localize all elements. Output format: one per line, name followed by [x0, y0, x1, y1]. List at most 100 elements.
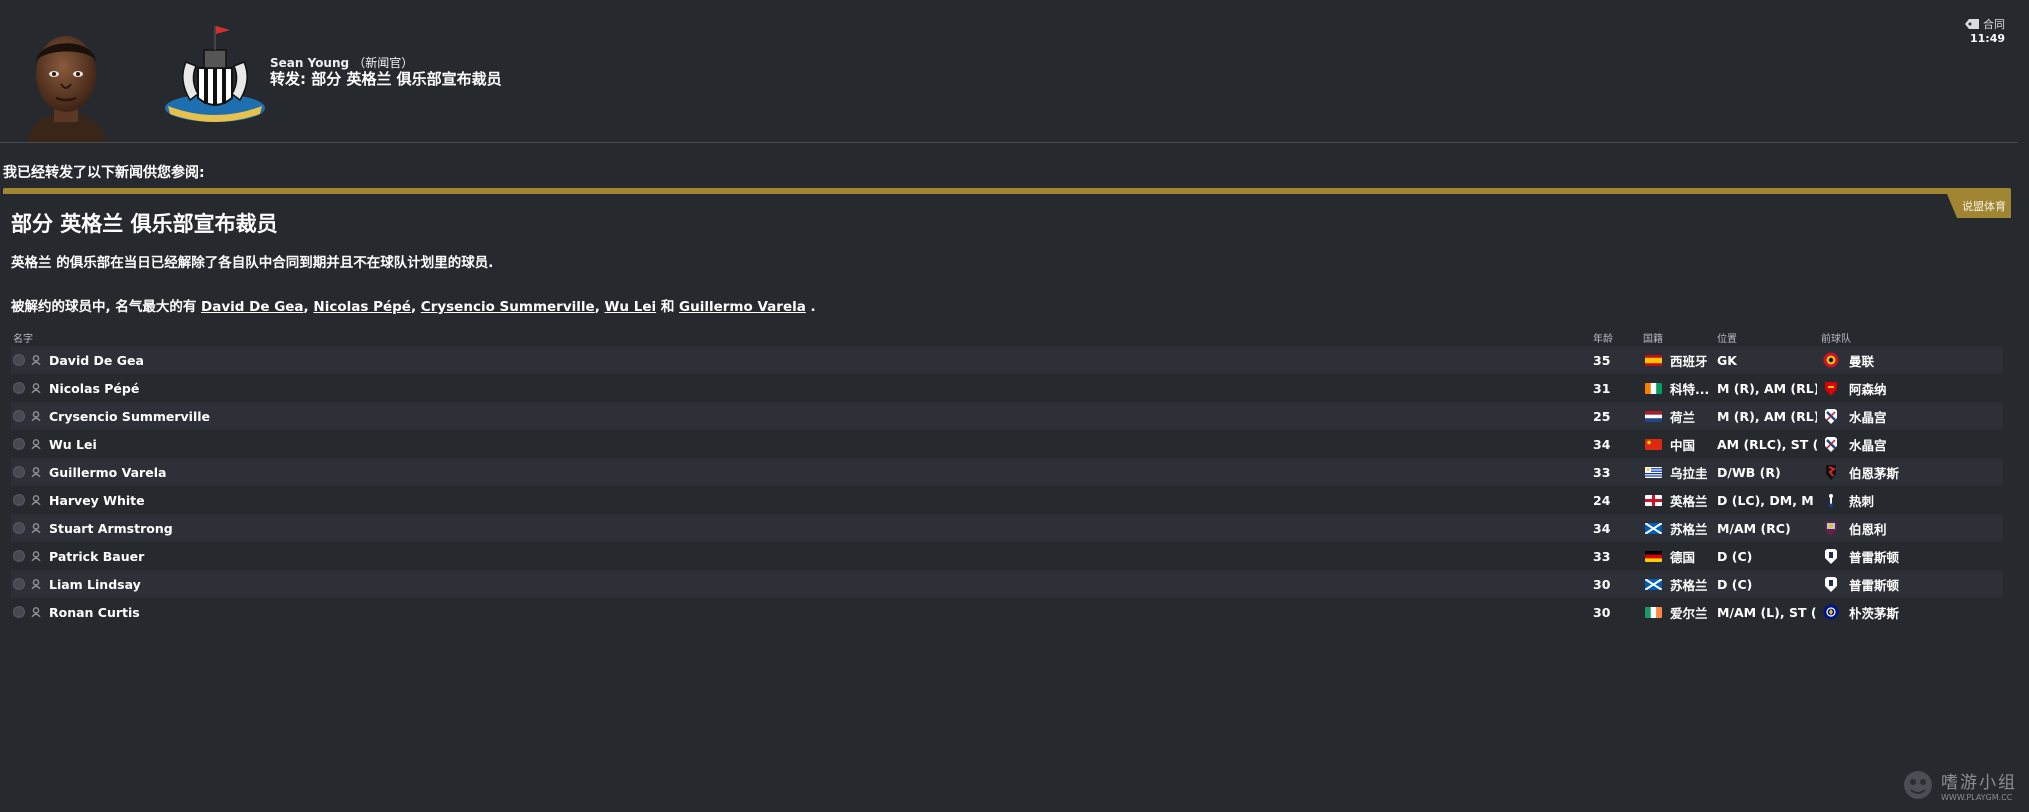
player-name[interactable]: Patrick Bauer	[49, 542, 949, 570]
select-checkbox-icon[interactable]	[13, 606, 25, 618]
player-previous-club[interactable]: 伯恩茅斯	[1849, 458, 1969, 486]
player-name[interactable]: Crysencio Summerville	[49, 402, 949, 430]
news-card-accent-bar	[3, 188, 2011, 194]
player-previous-club[interactable]: 普雷斯顿	[1849, 542, 1969, 570]
column-header-age[interactable]: 年龄	[1593, 330, 1613, 345]
table-row[interactable]: Guillermo Varela 33 乌拉圭 D/WB (R) 伯恩茅斯	[11, 458, 2003, 486]
player-name[interactable]: Nicolas Pépé	[49, 374, 949, 402]
select-checkbox-icon[interactable]	[13, 522, 25, 534]
news-source-tag[interactable]: 说盟体育	[1947, 194, 2011, 218]
person-icon	[31, 495, 41, 505]
portsmouth-badge-icon	[1823, 604, 1839, 620]
club-badge-cell	[1823, 458, 1843, 486]
player-age: 33	[1593, 548, 1611, 564]
column-header-previous-club[interactable]: 前球队	[1821, 330, 1851, 345]
player-name[interactable]: Ronan Curtis	[49, 598, 949, 626]
player-nationality[interactable]: 苏格兰	[1670, 570, 1714, 598]
row-select[interactable]	[13, 486, 27, 514]
player-nationality[interactable]: 德国	[1670, 542, 1714, 570]
player-previous-club[interactable]: 伯恩利	[1849, 514, 1969, 542]
row-select[interactable]	[13, 514, 27, 542]
row-select[interactable]	[13, 346, 27, 374]
table-row[interactable]: Crysencio Summerville 25 荷兰 M (R), AM (R…	[11, 402, 2003, 430]
person-icon	[31, 551, 41, 561]
flag-cell	[1645, 430, 1663, 458]
player-nationality[interactable]: 科特...	[1670, 374, 1714, 402]
column-header-position[interactable]: 位置	[1717, 330, 1737, 345]
germany-flag-icon	[1645, 550, 1662, 562]
flag-cell	[1645, 374, 1663, 402]
contract-button[interactable]: 合同	[1965, 16, 2005, 32]
player-previous-club[interactable]: 朴茨茅斯	[1849, 598, 1969, 626]
table-row[interactable]: Ronan Curtis 30 爱尔兰 M/AM (L), ST (C) 朴茨茅…	[11, 598, 2003, 626]
select-checkbox-icon[interactable]	[13, 354, 25, 366]
table-row[interactable]: Harvey White 24 英格兰 D (LC), DM, M (... 热…	[11, 486, 2003, 514]
player-position: M/AM (L), ST (C)	[1717, 604, 1817, 620]
player-age: 34	[1593, 436, 1611, 452]
select-checkbox-icon[interactable]	[13, 578, 25, 590]
message-header: Sean Young （新闻官） 转发: 部分 英格兰 俱乐部宣布裁员 合同 1…	[0, 0, 2029, 143]
player-name[interactable]: Guillermo Varela	[49, 458, 949, 486]
select-checkbox-icon[interactable]	[13, 438, 25, 450]
site-watermark: 嗜游小组 WWW.PLAYGM.CC	[1901, 768, 2017, 802]
player-name[interactable]: Stuart Armstrong	[49, 514, 949, 542]
player-previous-club[interactable]: 水晶宫	[1849, 402, 1969, 430]
player-previous-club[interactable]: 曼联	[1849, 346, 1969, 374]
table-row[interactable]: Nicolas Pépé 31 科特... M (R), AM (RL),...…	[11, 374, 2003, 402]
select-checkbox-icon[interactable]	[13, 382, 25, 394]
player-previous-club[interactable]: 热刺	[1849, 486, 1969, 514]
select-checkbox-icon[interactable]	[13, 410, 25, 422]
uruguay-flag-icon	[1645, 466, 1662, 478]
player-nationality[interactable]: 爱尔兰	[1670, 598, 1714, 626]
player-age: 33	[1593, 464, 1611, 480]
row-select[interactable]	[13, 570, 27, 598]
table-row[interactable]: Stuart Armstrong 34 苏格兰 M/AM (RC) 伯恩利	[11, 514, 2003, 542]
player-nationality[interactable]: 英格兰	[1670, 486, 1714, 514]
row-select[interactable]	[13, 458, 27, 486]
select-checkbox-icon[interactable]	[13, 466, 25, 478]
player-name[interactable]: David De Gea	[49, 346, 949, 374]
intro-text: 我已经转发了以下新闻供您参阅:	[3, 165, 205, 181]
table-row[interactable]: Liam Lindsay 30 苏格兰 D (C) 普雷斯顿	[11, 570, 2003, 598]
person-icon	[31, 467, 41, 477]
scotland-flag-icon	[1645, 522, 1662, 534]
player-nationality[interactable]: 中国	[1670, 430, 1714, 458]
player-position: M (R), AM (RL),...	[1717, 380, 1817, 396]
person-icon-cell	[31, 598, 45, 626]
china-flag-icon	[1645, 438, 1662, 450]
player-link[interactable]: Wu Lei	[605, 299, 657, 315]
club-badge-cell	[1823, 570, 1843, 598]
table-row[interactable]: David De Gea 35 西班牙 GK 曼联	[11, 346, 2003, 374]
player-link[interactable]: David De Gea	[201, 299, 304, 315]
player-previous-club[interactable]: 普雷斯顿	[1849, 570, 1969, 598]
player-previous-club[interactable]: 阿森纳	[1849, 374, 1969, 402]
sender-avatar	[28, 36, 106, 142]
player-nationality[interactable]: 荷兰	[1670, 402, 1714, 430]
row-select[interactable]	[13, 402, 27, 430]
separator: ,	[594, 299, 605, 315]
player-name[interactable]: Wu Lei	[49, 430, 949, 458]
player-previous-club[interactable]: 水晶宫	[1849, 430, 1969, 458]
ivory-coast-flag-icon	[1645, 382, 1662, 394]
row-select[interactable]	[13, 430, 27, 458]
player-nationality[interactable]: 西班牙	[1670, 346, 1714, 374]
row-select[interactable]	[13, 542, 27, 570]
news-body-prefix: 被解约的球员中, 名气最大的有	[11, 299, 202, 315]
column-header-name[interactable]: 名字	[13, 330, 33, 345]
player-link[interactable]: Nicolas Pépé	[313, 299, 411, 315]
table-row[interactable]: Patrick Bauer 33 德国 D (C) 普雷斯顿	[11, 542, 2003, 570]
player-nationality[interactable]: 乌拉圭	[1670, 458, 1714, 486]
select-checkbox-icon[interactable]	[13, 550, 25, 562]
row-select[interactable]	[13, 598, 27, 626]
select-checkbox-icon[interactable]	[13, 494, 25, 506]
player-name[interactable]: Harvey White	[49, 486, 949, 514]
player-link[interactable]: Crysencio Summerville	[421, 299, 595, 315]
person-icon-cell	[31, 486, 45, 514]
column-header-nationality[interactable]: 国籍	[1643, 330, 1663, 345]
conjunction: 和	[660, 299, 675, 315]
player-link[interactable]: Guillermo Varela	[679, 299, 806, 315]
player-nationality[interactable]: 苏格兰	[1670, 514, 1714, 542]
player-name[interactable]: Liam Lindsay	[49, 570, 949, 598]
row-select[interactable]	[13, 374, 27, 402]
table-row[interactable]: Wu Lei 34 中国 AM (RLC), ST (C) 水晶宫	[11, 430, 2003, 458]
